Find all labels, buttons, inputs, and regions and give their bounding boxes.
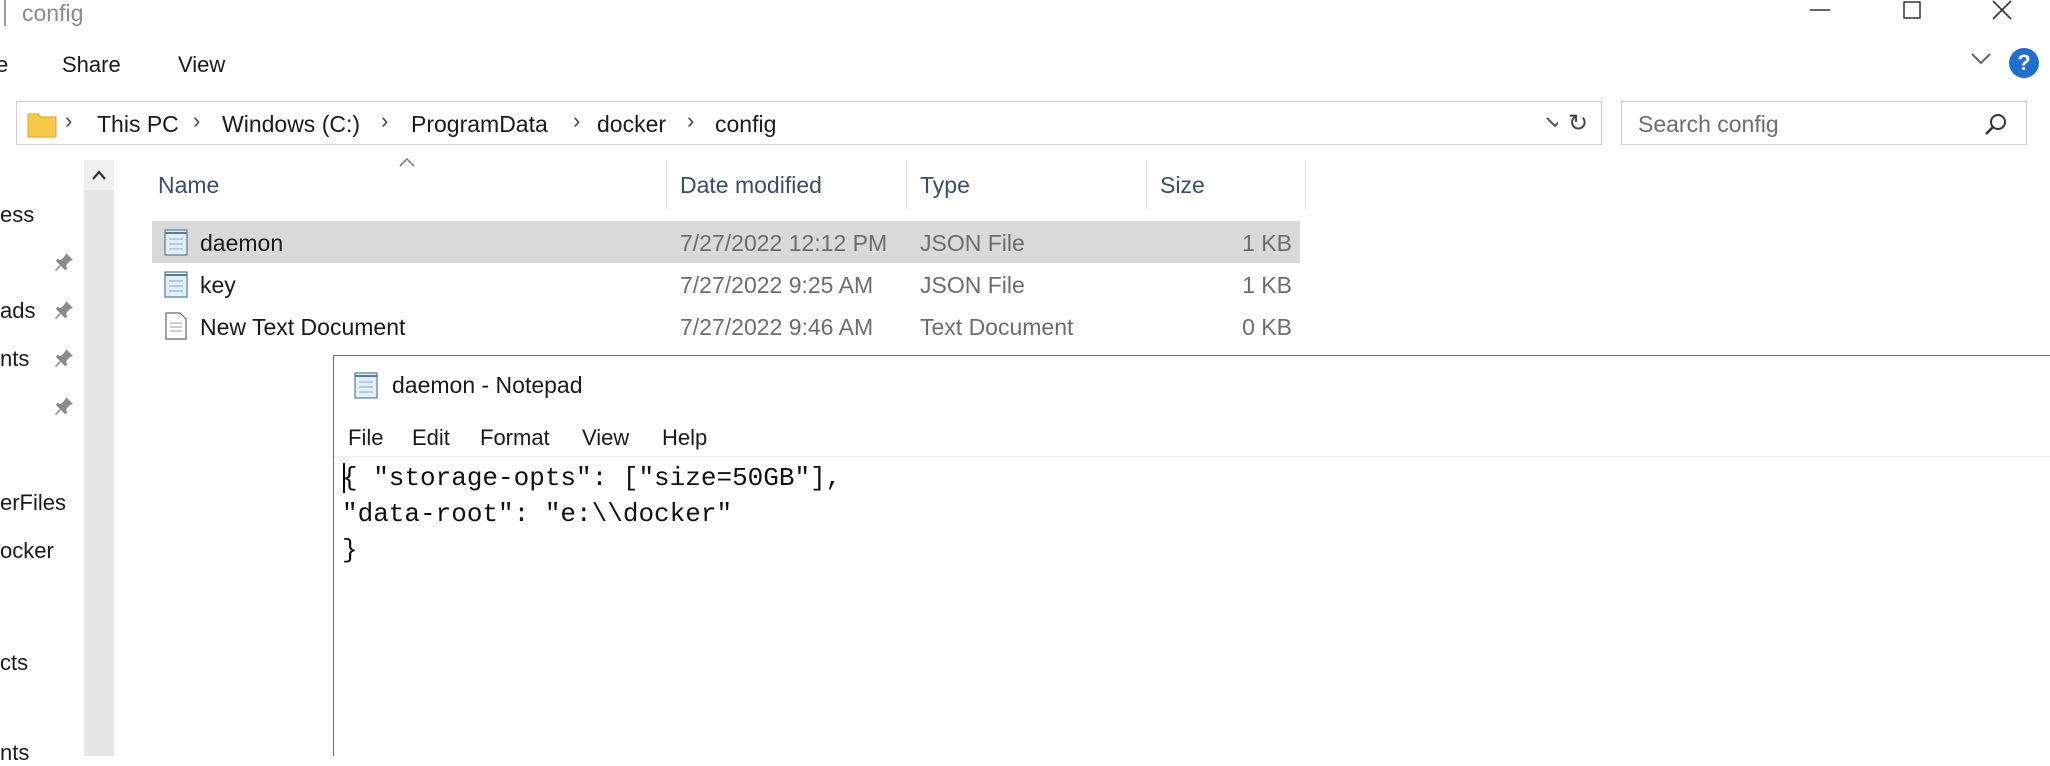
- tab-share[interactable]: Share: [62, 52, 121, 78]
- nav-item-documents[interactable]: nts: [0, 346, 29, 372]
- menu-view[interactable]: View: [582, 425, 629, 451]
- file-row-daemon[interactable]: daemon 7/27/2022 12:12 PM JSON File 1 KB: [152, 221, 1300, 263]
- file-size: 0 KB: [1242, 314, 1292, 340]
- file-size: 1 KB: [1242, 272, 1292, 298]
- file-type: JSON File: [920, 272, 1025, 298]
- file-size: 1 KB: [1242, 230, 1292, 256]
- pin-icon[interactable]: [54, 300, 74, 320]
- pin-icon[interactable]: [54, 252, 74, 272]
- column-header-name[interactable]: Name: [158, 172, 219, 199]
- menu-format[interactable]: Format: [480, 425, 550, 451]
- minimize-button[interactable]: [1780, 0, 1860, 30]
- chevron-right-icon[interactable]: ›: [687, 108, 694, 134]
- nav-item-downloads[interactable]: ads: [0, 298, 35, 324]
- nav-scrollbar[interactable]: [84, 160, 114, 756]
- breadcrumb-docker[interactable]: docker: [597, 111, 666, 138]
- file-type: Text Document: [920, 314, 1074, 340]
- text-caret: [343, 463, 345, 493]
- title-separator: [4, 0, 6, 26]
- menu-file[interactable]: File: [348, 425, 383, 451]
- column-divider[interactable]: [906, 160, 907, 210]
- column-divider[interactable]: [666, 160, 667, 210]
- tab-view[interactable]: View: [178, 52, 225, 78]
- refresh-icon: ↻: [1568, 110, 1589, 137]
- explorer-titlebar: config: [0, 0, 2050, 44]
- notepad-icon: [354, 372, 378, 399]
- breadcrumb-programdata[interactable]: ProgramData: [411, 111, 548, 138]
- scroll-up-button[interactable]: [84, 160, 114, 190]
- address-bar[interactable]: › This PC › Windows (C:) › ProgramData ›…: [16, 101, 1576, 145]
- column-header-type[interactable]: Type: [920, 172, 970, 199]
- close-button[interactable]: [1962, 0, 2042, 30]
- text-editor[interactable]: { "storage-opts": ["size=50GB"], "data-r…: [342, 460, 2042, 750]
- file-date: 7/27/2022 9:25 AM: [680, 272, 874, 298]
- breadcrumb-this-pc[interactable]: This PC: [97, 111, 179, 138]
- nav-item-objects[interactable]: cts: [0, 650, 28, 676]
- help-icon[interactable]: ?: [2009, 48, 2039, 78]
- file-name: key: [200, 272, 236, 298]
- chevron-up-icon: [92, 170, 106, 180]
- nav-item-documents-2[interactable]: nts: [0, 740, 29, 766]
- sort-ascending-icon: [399, 157, 415, 167]
- maximize-button[interactable]: [1872, 0, 1952, 30]
- chevron-right-icon[interactable]: ›: [381, 108, 388, 134]
- file-row-key[interactable]: key 7/27/2022 9:25 AM JSON File 1 KB: [152, 263, 1300, 305]
- navigation-pane: ess ads nts erFiles ocker cts nts: [0, 160, 84, 765]
- notepad-title: daemon - Notepad: [392, 372, 583, 398]
- window-title: config: [22, 0, 84, 26]
- breadcrumb-config[interactable]: config: [715, 111, 776, 138]
- chevron-down-icon[interactable]: [1970, 52, 1992, 66]
- column-divider[interactable]: [1305, 160, 1306, 210]
- file-name: New Text Document: [200, 314, 406, 340]
- notepad-window: daemon - Notepad File Edit Format View H…: [333, 355, 2050, 756]
- menu-edit[interactable]: Edit: [412, 425, 450, 451]
- nav-item-dockerfiles[interactable]: erFiles: [0, 490, 66, 516]
- chevron-right-icon[interactable]: ›: [573, 108, 580, 134]
- refresh-button[interactable]: ↻: [1558, 101, 1602, 145]
- column-header-date-modified[interactable]: Date modified: [680, 172, 822, 199]
- chevron-right-icon[interactable]: ›: [193, 108, 200, 134]
- column-header-size[interactable]: Size: [1160, 172, 1205, 199]
- file-name: daemon: [200, 230, 284, 256]
- pin-icon[interactable]: [54, 348, 74, 368]
- notepad-file-icon: [164, 229, 188, 256]
- chevron-right-icon[interactable]: ›: [65, 108, 72, 134]
- nav-item-quick-access[interactable]: ess: [0, 202, 34, 228]
- search-input[interactable]: Search config: [1638, 111, 1779, 138]
- ribbon-tabs: e Share View: [0, 44, 2050, 86]
- breadcrumb-windows-c[interactable]: Windows (C:): [222, 111, 360, 138]
- maximize-icon: [1903, 1, 1921, 19]
- menu-divider: [334, 456, 2050, 457]
- text-document-icon: [165, 312, 187, 340]
- tab-file[interactable]: e: [0, 52, 8, 78]
- column-divider[interactable]: [1146, 160, 1147, 210]
- nav-item-docker[interactable]: ocker: [0, 538, 54, 564]
- minimize-icon: [1810, 9, 1830, 11]
- file-row-new-text-document[interactable]: New Text Document 7/27/2022 9:46 AM Text…: [152, 305, 1300, 347]
- notepad-file-icon: [164, 271, 188, 298]
- pin-icon[interactable]: [54, 396, 74, 416]
- file-type: JSON File: [920, 230, 1025, 256]
- file-date: 7/27/2022 12:12 PM: [680, 230, 888, 256]
- search-box[interactable]: Search config: [1621, 101, 2027, 145]
- search-icon[interactable]: [1984, 112, 2008, 136]
- file-date: 7/27/2022 9:46 AM: [680, 314, 874, 340]
- menu-help[interactable]: Help: [662, 425, 707, 451]
- close-icon: [1992, 0, 2012, 20]
- folder-icon: [27, 113, 57, 138]
